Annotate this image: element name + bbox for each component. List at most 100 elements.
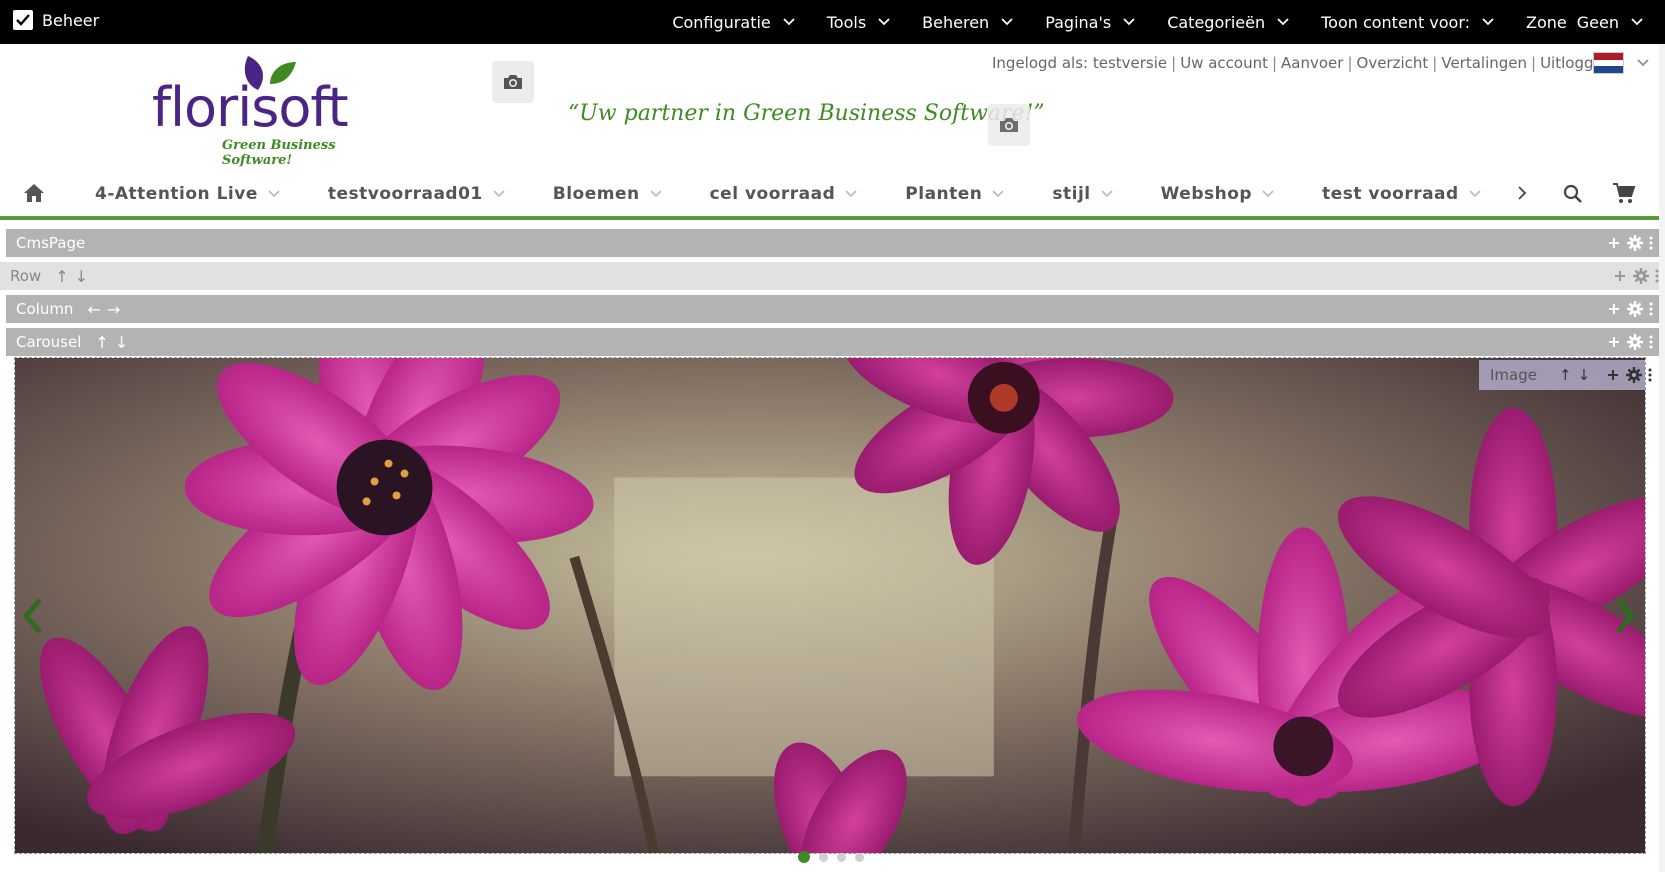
checkbox-icon[interactable] [13, 10, 33, 30]
plus-icon[interactable] [1613, 269, 1627, 283]
nav-item-bloemen[interactable]: Bloemen [553, 184, 662, 204]
nav-item-label: 4-Attention Live [95, 184, 258, 204]
chevron-down-icon [845, 190, 857, 198]
admin-menu: Configuratie Tools Beheren Pagina's Cate… [672, 0, 1665, 44]
gear-icon[interactable] [1627, 334, 1643, 350]
plus-icon[interactable] [1607, 302, 1621, 316]
arrow-down-icon[interactable]: ↓ [115, 333, 128, 352]
arrow-up-icon[interactable]: ↑ [1559, 366, 1572, 384]
menu-categorieen[interactable]: Categorieën [1167, 13, 1291, 32]
nav-item-label: Bloemen [552, 184, 640, 204]
search-icon[interactable] [1562, 183, 1584, 205]
menu-paginas[interactable]: Pagina's [1045, 13, 1137, 32]
more-vertical-icon[interactable] [1649, 236, 1653, 250]
image-bar[interactable]: Image ↑ ↓ [1479, 360, 1652, 390]
chevron-down-icon [493, 190, 505, 198]
camera-button[interactable] [988, 104, 1030, 146]
menu-tools[interactable]: Tools [827, 13, 892, 32]
chevron-down-icon [783, 18, 795, 26]
chevron-down-icon [650, 190, 662, 198]
menu-configuratie[interactable]: Configuratie [672, 13, 796, 32]
supply-link[interactable]: Aanvoer [1281, 54, 1343, 72]
camera-icon [1000, 118, 1018, 132]
camera-button[interactable] [492, 61, 534, 103]
arrow-left-icon[interactable]: ← [87, 300, 100, 319]
menu-label: Configuratie [672, 12, 771, 32]
home-icon[interactable] [22, 182, 46, 204]
gear-icon[interactable] [1626, 367, 1643, 383]
nav-item-webshop[interactable]: Webshop [1161, 184, 1274, 204]
chevron-down-icon [268, 190, 280, 198]
chevron-down-icon [1101, 190, 1113, 198]
arrow-right-icon[interactable]: → [107, 300, 120, 319]
nav-item-4-attention-live[interactable]: 4-Attention Live [95, 184, 280, 204]
carousel-dot[interactable] [855, 852, 864, 862]
nav-item-cel-voorraad[interactable]: cel voorraad [710, 184, 858, 204]
chevron-down-icon[interactable] [1635, 58, 1651, 68]
carousel[interactable] [14, 357, 1646, 854]
account-link[interactable]: Uw account [1180, 54, 1268, 72]
more-vertical-icon[interactable] [1649, 335, 1653, 349]
image-move-arrows: ↑ ↓ [1559, 366, 1590, 384]
chevron-down-icon [1001, 18, 1013, 26]
overview-link[interactable]: Overzicht [1357, 54, 1429, 72]
chevron-right-icon[interactable] [1516, 184, 1528, 202]
language-flag-icon[interactable] [1593, 52, 1624, 74]
nav-item-label: Planten [905, 184, 983, 204]
carousel-bar[interactable]: Carousel ↑ ↓ [6, 328, 1659, 356]
gear-icon[interactable] [1627, 301, 1643, 317]
carousel-dot[interactable] [798, 851, 810, 863]
cmspage-label: CmsPage [16, 234, 86, 252]
nav-item-stijl[interactable]: stijl [1052, 184, 1113, 204]
nav-item-label: Webshop [1160, 184, 1253, 204]
carousel-image [15, 358, 1645, 853]
scrollbar-track[interactable] [1659, 44, 1665, 872]
bar-tools [1613, 268, 1659, 284]
plus-icon[interactable] [1607, 335, 1621, 349]
nav-item-label: testvoorraad01 [327, 184, 483, 204]
florisoft-logo[interactable]: florisoft Green Business Software! [152, 56, 402, 168]
menu-toon-content[interactable]: Toon content voor: [1321, 13, 1496, 32]
carousel-dot[interactable] [819, 852, 828, 862]
carousel-move-arrows: ↑ ↓ [95, 333, 128, 352]
chevron-down-icon [1469, 190, 1481, 198]
plus-icon[interactable] [1607, 236, 1621, 250]
arrow-down-icon[interactable]: ↓ [1578, 366, 1591, 384]
carousel-dot[interactable] [837, 852, 846, 862]
column-bar[interactable]: Column ← → [6, 295, 1659, 323]
nav-item-test-voorraad[interactable]: test voorraad [1322, 184, 1481, 204]
translations-link[interactable]: Vertalingen [1441, 54, 1527, 72]
arrow-up-icon[interactable]: ↑ [95, 333, 108, 352]
nav-item-planten[interactable]: Planten [905, 184, 1004, 204]
chevron-down-icon [1123, 18, 1135, 26]
nav-item-label: test voorraad [1322, 184, 1459, 204]
more-vertical-icon[interactable] [1649, 302, 1653, 316]
zone-select[interactable]: Zone Geen [1526, 13, 1645, 32]
logo-tagline: Green Business Software! [222, 138, 336, 168]
site-header: florisoft Green Business Software! “Uw p… [0, 44, 1665, 168]
chevron-down-icon [1631, 18, 1643, 26]
gear-icon[interactable] [1627, 235, 1643, 251]
main-nav: 4-Attention Live testvoorraad01 Bloemen … [0, 172, 1665, 220]
row-bar[interactable]: Row ↑ ↓ [0, 262, 1665, 290]
chevron-down-icon [1277, 18, 1289, 26]
chevron-down-icon [992, 190, 1004, 198]
menu-beheren[interactable]: Beheren [922, 13, 1015, 32]
nav-item-testvoorraad01[interactable]: testvoorraad01 [328, 184, 505, 204]
arrow-down-icon[interactable]: ↓ [75, 267, 88, 286]
row-label: Row [10, 267, 42, 285]
chevron-down-icon [878, 18, 890, 26]
beheer-toggle[interactable]: Beheer [13, 10, 99, 30]
cmspage-bar[interactable]: CmsPage [6, 229, 1659, 257]
cart-icon[interactable] [1612, 182, 1636, 204]
gear-icon[interactable] [1633, 268, 1649, 284]
plus-icon[interactable] [1606, 368, 1620, 382]
nav-items: 4-Attention Live testvoorraad01 Bloemen … [95, 172, 1495, 216]
arrow-up-icon[interactable]: ↑ [55, 267, 68, 286]
logo-wordmark: florisoft [152, 76, 349, 139]
zone-value: Geen [1576, 12, 1619, 32]
more-vertical-icon[interactable] [1648, 368, 1652, 382]
carousel-prev-icon[interactable] [20, 596, 46, 636]
carousel-next-icon[interactable] [1612, 596, 1638, 636]
menu-label: Tools [826, 12, 867, 32]
